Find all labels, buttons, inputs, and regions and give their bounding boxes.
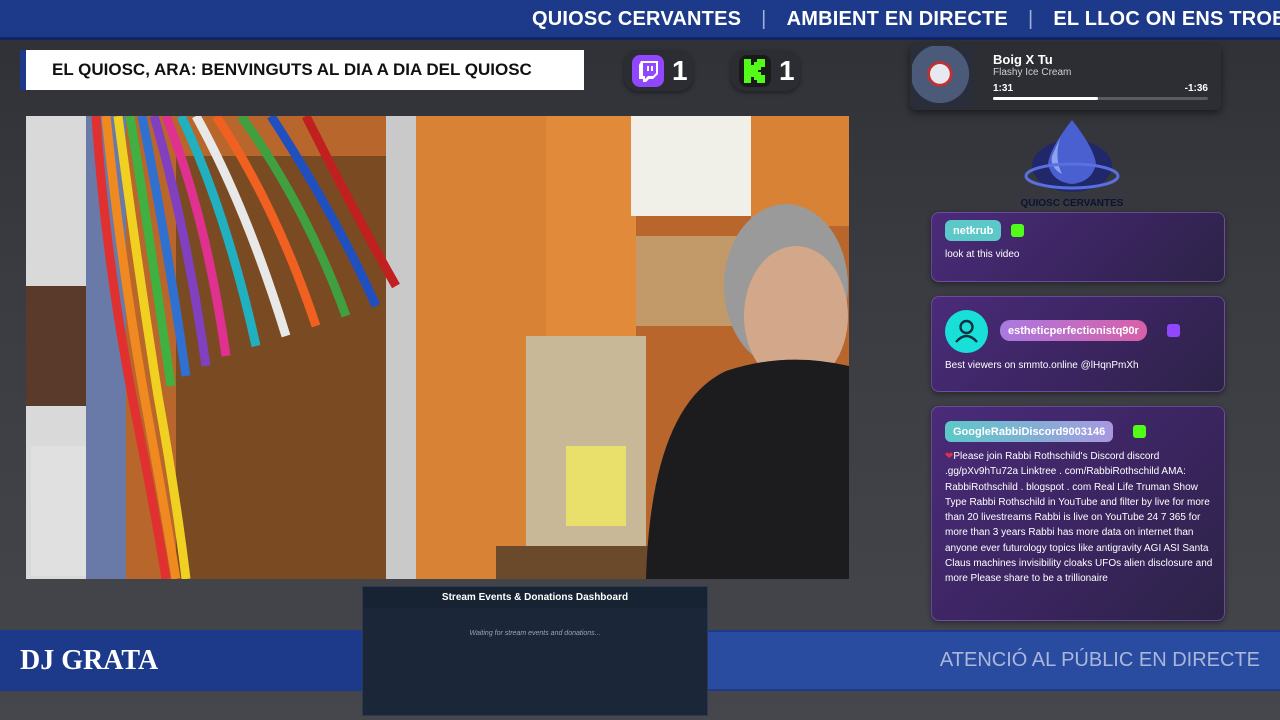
song-artist: Flashy Ice Cream (993, 67, 1072, 78)
ticker-separator: | (1027, 8, 1034, 30)
chat-message-body: Please join Rabbi Rothschild's Discord d… (945, 451, 1213, 585)
dashboard-title: Stream Events & Donations Dashboard (363, 587, 707, 608)
twitch-icon (632, 54, 664, 87)
quiosc-logo: QUIOSC CERVANTES (1010, 118, 1134, 210)
chat-message-card: netkrub look at this video (931, 212, 1225, 282)
dj-name: DJ GRATA (20, 645, 159, 676)
twitch-viewer-counter: 1 (624, 50, 693, 91)
chat-message-text: ❤Please join Rabbi Rothschild's Discord … (945, 449, 1221, 587)
chat-message-text: look at this video (945, 249, 1020, 260)
twitch-badge-icon (1167, 324, 1180, 337)
twitch-viewer-count: 1 (672, 54, 688, 86)
logo-text: QUIOSC CERVANTES (1020, 198, 1124, 209)
song-progress-bar (993, 97, 1208, 100)
album-art (912, 46, 974, 108)
ticker-text: QUIOSC CERVANTES | AMBIENT EN DIRECTE | EL L… (532, 8, 1280, 31)
chat-username: estheticperfectionistq90r (1000, 320, 1147, 341)
ticker-separator: | (761, 8, 767, 30)
elapsed-time: 1:31 (993, 83, 1014, 94)
stream-title: EL QUIOSC, ARA: BENVINGUTS AL DIA A DIA … (52, 60, 532, 79)
ticker-item: EL LLOC ON ENS TROB (1053, 8, 1280, 30)
song-progress-fill (993, 97, 1099, 100)
kick-viewer-count: 1 (779, 54, 795, 86)
chat-message-card: GoogleRabbiDiscord9003146 ❤Please join R… (931, 406, 1225, 621)
ticker-item: QUIOSC CERVANTES (532, 8, 742, 30)
remaining-time: -1:36 (1184, 83, 1208, 94)
top-ticker: QUIOSC CERVANTES | AMBIENT EN DIRECTE | EL L… (0, 0, 1280, 40)
kick-viewer-counter: 1 (731, 50, 800, 91)
kick-icon (739, 54, 771, 87)
ticker-item: AMBIENT EN DIRECTE (786, 8, 1008, 30)
chat-message-text: Best viewers on smmto.online @lHqnPmXh (945, 360, 1139, 371)
stream-title-box: EL QUIOSC, ARA: BENVINGUTS AL DIA A DIA … (20, 50, 584, 90)
now-playing-widget: Boig X Tu Flashy Ice Cream 1:31 -1:36 (910, 44, 1221, 110)
donations-dashboard: Stream Events & Donations Dashboard Wait… (362, 586, 708, 716)
chat-message-card: estheticperfectionistq90r Best viewers o… (931, 296, 1225, 392)
chat-username: netkrub (945, 220, 1002, 241)
song-title: Boig X Tu (993, 52, 1053, 67)
footer-right-text: ATENCIÓ AL PÚBLIC EN DIRECTE (939, 649, 1260, 671)
kick-badge-icon (1011, 224, 1024, 237)
camera-feed (26, 116, 849, 579)
dashboard-status: Waiting for stream events and donations.… (469, 630, 601, 637)
user-avatar-icon (945, 310, 988, 353)
kick-badge-icon (1133, 425, 1146, 438)
drop-logo-icon (1024, 120, 1120, 192)
chat-username: GoogleRabbiDiscord9003146 (945, 421, 1114, 442)
